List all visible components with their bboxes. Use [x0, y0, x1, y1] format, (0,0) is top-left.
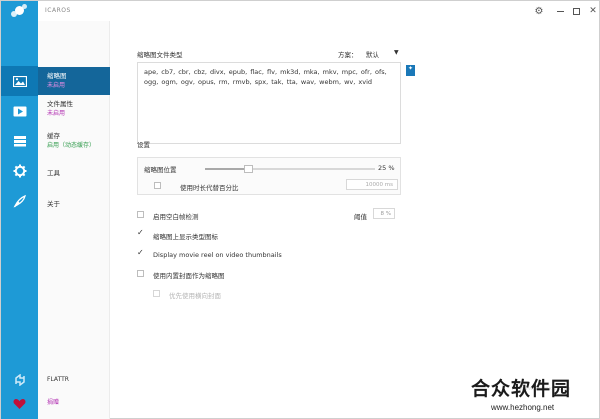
- landscape-cover-label: 优先使用横向封面: [169, 292, 221, 300]
- nav-item-donate[interactable]: 捐赠: [38, 398, 110, 408]
- movie-reel-label: Display movie reel on video thumbnails: [153, 251, 282, 259]
- nav-item-flattr[interactable]: FLATTR: [38, 375, 110, 385]
- gear-icon: [13, 164, 26, 178]
- thumbnail-position-slider[interactable]: [205, 165, 375, 173]
- nav-item-label: 关于: [47, 200, 60, 208]
- thumbnail-position-label: 缩略图位置: [144, 166, 177, 174]
- rail-donate-button[interactable]: [1, 389, 38, 419]
- nav-item-properties[interactable]: 文件属性 未启用: [38, 99, 110, 119]
- nav-item-thumbnails[interactable]: 缩略图 未启用: [38, 67, 110, 95]
- use-duration-checkbox[interactable]: [154, 182, 161, 189]
- title-bar: ICAROS ⚙ ✕: [1, 1, 600, 21]
- nav-item-label: 缓存: [47, 132, 60, 140]
- nav-item-label: FLATTR: [47, 376, 69, 383]
- stack-icon: [13, 136, 26, 147]
- embedded-cover-checkbox[interactable]: [137, 270, 144, 277]
- duration-ms-input[interactable]: 10000 ms: [346, 179, 398, 190]
- icon-rail: [1, 21, 38, 419]
- movie-reel-checkbox[interactable]: [137, 248, 144, 258]
- nav-item-label: 文件属性: [47, 100, 73, 108]
- maximize-button[interactable]: [570, 5, 582, 17]
- rail-about-button[interactable]: [1, 186, 38, 216]
- blank-frame-checkbox[interactable]: [137, 211, 144, 218]
- rail-tools-button[interactable]: [1, 156, 38, 186]
- scheme-label: 方案：: [338, 51, 358, 59]
- chevron-down-icon[interactable]: ▼: [394, 49, 399, 56]
- threshold-input[interactable]: 8 %: [373, 208, 395, 219]
- flattr-icon: [14, 374, 25, 386]
- nav-item-label: 捐赠: [47, 399, 60, 406]
- play-icon: [13, 106, 26, 116]
- watermark-url: www.hezhong.net: [491, 403, 555, 412]
- nav-item-tools[interactable]: 工具: [38, 168, 110, 178]
- scheme-dropdown[interactable]: 默认: [366, 49, 379, 59]
- nav-item-cache[interactable]: 缓存 启用（动态缓存）: [38, 131, 110, 151]
- thumbnail-settings-box: 缩略图位置 25 % 使用时长代替百分比 10000 ms: [137, 157, 401, 195]
- bookmark-icon[interactable]: ✦: [406, 65, 415, 76]
- minimize-button[interactable]: [554, 5, 566, 17]
- feather-icon: [13, 194, 26, 208]
- extensions-textarea[interactable]: ape, cb7, cbr, cbz, divx, epub, flac, fl…: [137, 62, 401, 144]
- nav-item-status: 启用（动态缓存）: [47, 142, 96, 149]
- threshold-label: 阈值: [354, 213, 367, 221]
- close-button[interactable]: ✕: [587, 5, 599, 17]
- thumbnail-position-value: 25 %: [378, 164, 395, 172]
- nav-item-label: 缩略图: [47, 72, 67, 80]
- icaros-logo-icon: [1, 1, 38, 21]
- window-title: ICAROS: [45, 7, 71, 14]
- landscape-cover-checkbox[interactable]: [153, 290, 160, 297]
- rail-thumbnails-button[interactable]: [1, 66, 38, 96]
- embedded-cover-label: 使用内置封面作为缩略图: [153, 272, 225, 280]
- nav-panel: 缩略图 未启用 文件属性 未启用 缓存 启用（动态缓存） 工具 关于 FLATT…: [38, 21, 110, 419]
- watermark-title: 合众软件园: [471, 378, 572, 400]
- rail-properties-button[interactable]: [1, 96, 38, 126]
- extensions-text: ape, cb7, cbr, cbz, divx, epub, flac, fl…: [144, 68, 387, 86]
- type-icon-checkbox[interactable]: [137, 228, 144, 238]
- nav-item-status: 未启用: [47, 110, 66, 117]
- rail-cache-button[interactable]: [1, 126, 38, 156]
- use-duration-label: 使用时长代替百分比: [180, 184, 239, 192]
- settings-title: 设置: [137, 141, 150, 149]
- nav-item-label: 工具: [47, 169, 60, 177]
- type-icon-label: 缩略图上显示类型图标: [153, 233, 218, 241]
- blank-frame-label: 启用空白帧检测: [153, 213, 199, 221]
- file-types-title: 缩略图文件类型: [137, 51, 183, 59]
- slider-fill: [205, 168, 248, 170]
- main-content: 缩略图文件类型 方案： 默认 ▼ ape, cb7, cbr, cbz, div…: [110, 21, 600, 419]
- gear-icon[interactable]: ⚙: [533, 5, 545, 17]
- app-window: ICAROS ⚙ ✕ 缩略图 未启用 文件属性 未启用 缓存 启用（动态缓存） …: [0, 0, 600, 419]
- slider-handle[interactable]: [243, 165, 253, 173]
- nav-item-status: 未启用: [47, 82, 66, 89]
- heart-icon: [13, 399, 26, 409]
- nav-item-about[interactable]: 关于: [38, 199, 110, 209]
- image-icon: [12, 75, 27, 87]
